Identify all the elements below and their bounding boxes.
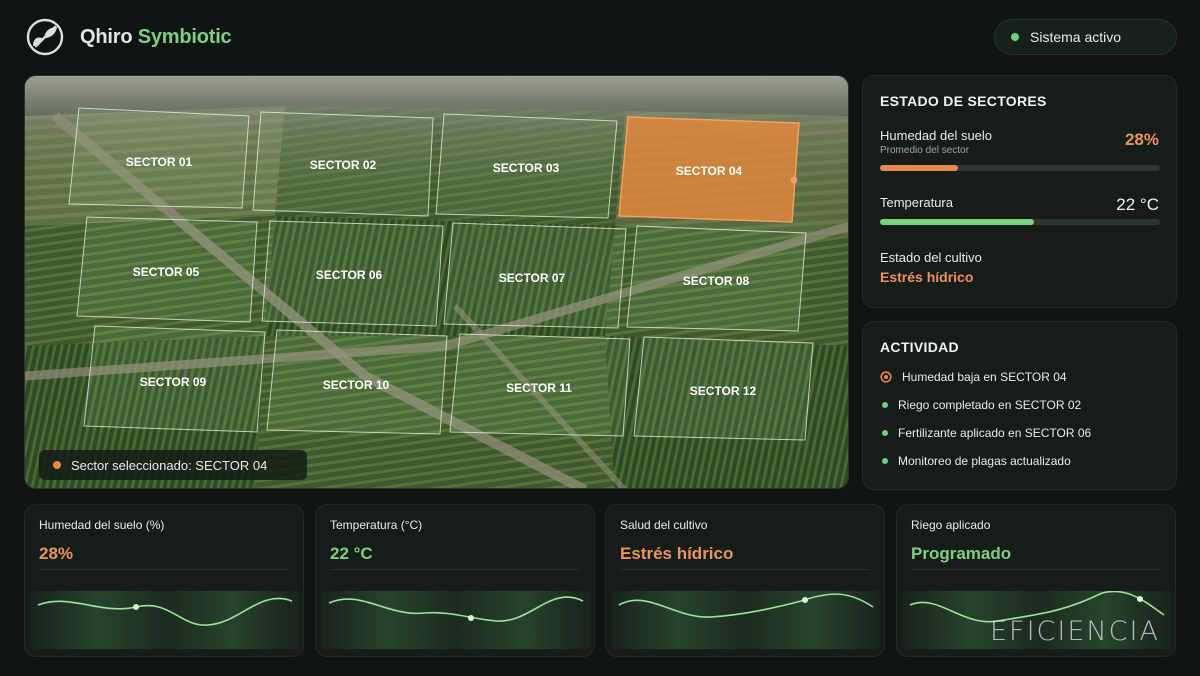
kpi-sparkline: [611, 591, 881, 649]
kpi-divider: [620, 569, 870, 570]
selected-sector-text: Sector seleccionado: SECTOR 04: [71, 457, 268, 473]
dot-icon: [882, 430, 888, 436]
sector-label: SECTOR 10: [323, 378, 390, 392]
activity-title: ACTIVIDAD: [880, 339, 959, 355]
sparkline-icon: [618, 593, 874, 618]
temperature-label: Temperatura: [880, 195, 953, 210]
activity-card: ACTIVIDAD Humedad baja en SECTOR 04 Rieg…: [862, 321, 1177, 490]
brand-name-part1: Qhiro: [80, 25, 133, 48]
kpi-value: 28%: [39, 544, 74, 563]
activity-text: Humedad baja en SECTOR 04: [902, 370, 1067, 384]
activity-item[interactable]: Monitoreo de plagas actualizado: [880, 454, 1071, 468]
kpi-value: Estrés hídrico: [620, 544, 734, 563]
temperature-bar: [880, 219, 1160, 225]
watermark-logo: EFICIENCIA: [990, 616, 1160, 647]
sector-label: SECTOR 02: [310, 158, 377, 172]
kpi-divider: [39, 569, 289, 570]
sector-label: SECTOR 11: [506, 381, 572, 395]
dot-icon: [882, 458, 888, 464]
sector-status-title: ESTADO DE SECTORES: [880, 93, 1047, 109]
humidity-bar: [880, 165, 1160, 171]
sector-overlay: SECTOR 01 SECTOR 02 SECTOR 03 SECTOR 04 …: [68, 107, 814, 441]
sector-12[interactable]: SECTOR 12: [633, 336, 814, 441]
sparkline-icon: [37, 597, 293, 626]
kpi-card-temperature[interactable]: Temperatura (°C) 22 °C: [315, 504, 595, 657]
sector-label: SECTOR 01: [126, 155, 193, 169]
sector-label: SECTOR 08: [683, 274, 750, 288]
activity-text: Monitoreo de plagas actualizado: [898, 454, 1071, 468]
kpi-card-crop-health[interactable]: Salud del cultivo Estrés hídrico: [605, 504, 885, 657]
sector-10[interactable]: SECTOR 10: [266, 329, 448, 435]
sector-label: SECTOR 06: [316, 268, 383, 282]
sector-06[interactable]: SECTOR 06: [261, 220, 444, 327]
sector-label: SECTOR 09: [140, 375, 207, 389]
sector-label: SECTOR 12: [690, 384, 757, 398]
brand-name: Qhiro Symbiotic: [80, 25, 232, 49]
kpi-divider: [911, 569, 1161, 570]
brand-name-part2: Symbiotic: [137, 25, 232, 48]
sector-11[interactable]: SECTOR 11: [449, 333, 631, 437]
kpi-sparkline: [321, 591, 591, 649]
sector-status-card: ESTADO DE SECTORES Humedad del suelo Pro…: [862, 75, 1177, 308]
kpi-card-humidity[interactable]: Humedad del suelo (%) 28%: [24, 504, 304, 657]
sector-07[interactable]: SECTOR 07: [443, 222, 627, 329]
system-status-badge[interactable]: Sistema activo: [994, 19, 1177, 55]
sector-label: SECTOR 04: [676, 164, 743, 178]
humidity-bar-fill: [880, 165, 959, 171]
dot-icon: [882, 402, 888, 408]
sparkline-icon: [328, 596, 584, 622]
selected-dot-icon: [53, 461, 61, 469]
crop-status-value: Estrés hídrico: [880, 269, 974, 285]
activity-item[interactable]: Fertilizante aplicado en SECTOR 06: [880, 426, 1091, 440]
sector-label: SECTOR 07: [499, 271, 566, 285]
field-map[interactable]: SECTOR 01 SECTOR 02 SECTOR 03 SECTOR 04 …: [24, 75, 849, 489]
sector-01[interactable]: SECTOR 01: [68, 107, 250, 209]
kpi-divider: [330, 569, 580, 570]
humidity-row: Humedad del suelo Promedio del sector: [880, 128, 992, 156]
sector-09[interactable]: SECTOR 09: [83, 325, 266, 433]
kpi-title: Salud del cultivo: [620, 518, 708, 532]
humidity-sublabel: Promedio del sector: [880, 145, 969, 156]
kpi-title: Riego aplicado: [911, 518, 991, 532]
sector-05[interactable]: SECTOR 05: [76, 216, 258, 323]
app-logo: Qhiro Symbiotic: [24, 16, 232, 58]
sector-03[interactable]: SECTOR 03: [435, 113, 618, 219]
leaf-logo-icon: [26, 18, 64, 56]
sector-04[interactable]: SECTOR 04: [618, 116, 800, 223]
status-dot-icon: [1011, 33, 1019, 41]
system-status-text: Sistema activo: [1030, 29, 1122, 45]
humidity-label: Humedad del suelo: [880, 128, 993, 143]
sector-02[interactable]: SECTOR 02: [252, 111, 434, 217]
activity-item[interactable]: Riego completado en SECTOR 02: [880, 398, 1081, 412]
kpi-value: Programado: [911, 544, 1012, 563]
activity-text: Fertilizante aplicado en SECTOR 06: [898, 426, 1092, 440]
sector-label: SECTOR 05: [133, 265, 200, 279]
sector-08[interactable]: SECTOR 08: [626, 225, 807, 332]
selected-sector-caption: Sector seleccionado: SECTOR 04: [39, 450, 307, 480]
temperature-bar-fill: [880, 219, 1034, 225]
activity-item[interactable]: Humedad baja en SECTOR 04: [880, 370, 1067, 384]
kpi-value: 22 °C: [330, 544, 373, 563]
humidity-value: 28%: [1124, 130, 1159, 149]
kpi-title: Humedad del suelo (%): [39, 518, 165, 532]
alert-icon: [880, 371, 892, 383]
sector-label: SECTOR 03: [493, 161, 560, 175]
activity-text: Riego completado en SECTOR 02: [898, 398, 1082, 412]
kpi-title: Temperatura (°C): [330, 518, 423, 532]
kpi-sparkline: [30, 591, 300, 649]
crop-status-label: Estado del cultivo: [880, 250, 982, 265]
temperature-value: 22 °C: [1116, 195, 1159, 214]
